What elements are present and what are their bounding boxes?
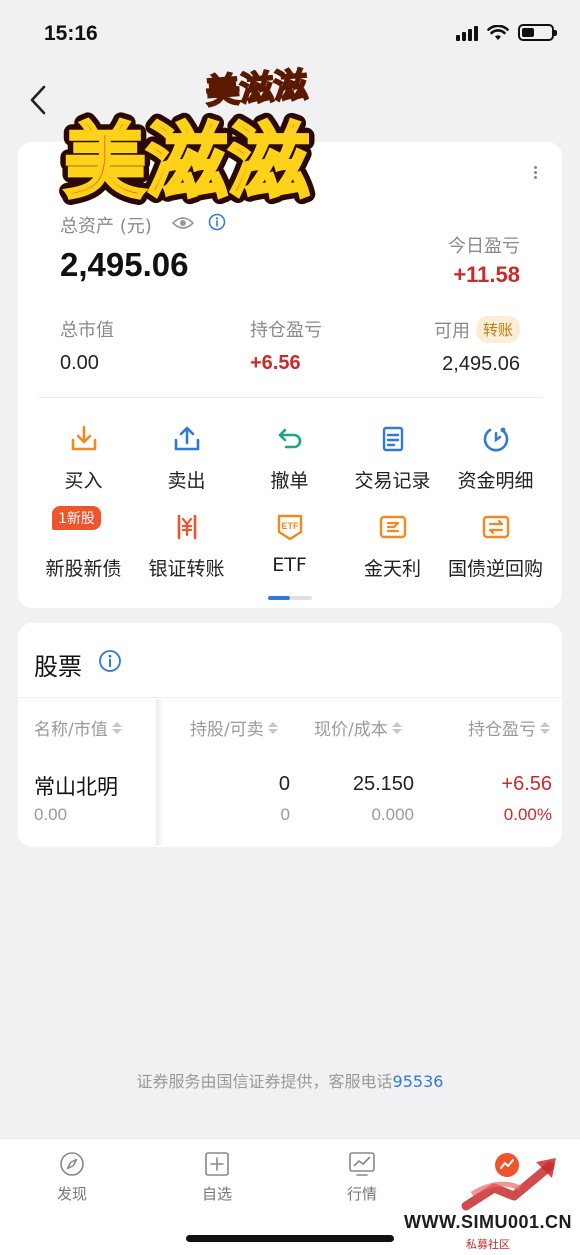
trade-records-button[interactable]: 交易记录 (341, 422, 444, 493)
simu-watermark: WWW.SIMU001.CN 私募社区 (402, 1148, 580, 1255)
add-favorite-icon (205, 1152, 229, 1176)
column-name-market-value[interactable]: 名称/市值 (34, 715, 122, 740)
stock-cost: 0.000 (371, 805, 414, 824)
fund-details-label: 资金明细 (457, 470, 534, 492)
fund-detail-icon (479, 422, 513, 456)
stock-market-value: 0.00 (34, 805, 68, 824)
tab-watchlist-label: 自选 (201, 1185, 232, 1203)
bank-securities-transfer-button[interactable]: 银证转账 (135, 510, 238, 581)
meizizi-sticker: 美滋滋 美滋滋 美滋滋 (56, 62, 376, 217)
tab-market[interactable]: 行情 (312, 1151, 412, 1204)
transfer-button[interactable]: 转账 (475, 316, 520, 343)
today-pnl-label: 今日盈亏 (448, 236, 520, 257)
service-phone-link[interactable]: 95536 (393, 1072, 444, 1091)
market-value: 0.00 (60, 352, 99, 374)
status-time: 15:16 (44, 22, 98, 45)
stock-price: 25.150 (352, 773, 414, 795)
page-indicator (268, 596, 312, 600)
position-pnl-stat: 持仓盈亏 +6.56 (250, 316, 322, 375)
watermark-logo-icon (461, 1158, 556, 1211)
column-price-cost[interactable]: 现价/成本 (314, 715, 402, 740)
battery-icon (518, 24, 557, 41)
sort-icon (267, 721, 278, 734)
jintianli-label: 金天利 (363, 558, 421, 580)
trade-actions-row: 买入 卖出 撤单 交易记录 资金明细 (32, 422, 548, 493)
sort-icon (540, 721, 550, 734)
bank-securities-transfer-label: 银证转账 (148, 558, 225, 580)
etf-button[interactable]: ETF ETF (238, 510, 341, 581)
undo-icon (273, 422, 307, 456)
ipo-label: 新股新债 (45, 558, 122, 580)
ipo-button[interactable]: 1新股 新股新债 (32, 506, 135, 581)
column-position-pnl[interactable]: 持仓盈亏 (468, 715, 550, 740)
repo-icon (479, 510, 513, 544)
wifi-icon (487, 24, 509, 40)
stock-pnl-percent: 0.00% (503, 805, 552, 824)
today-pnl-value: +11.58 (453, 262, 520, 287)
available-value: 2,495.06 (442, 353, 520, 375)
watermark-sub: 私募社区 (466, 1238, 510, 1251)
available-stat: 可用 转账 2,495.06 (434, 316, 520, 376)
record-icon (376, 422, 410, 456)
tab-market-label: 行情 (346, 1185, 377, 1203)
service-note-text: 证券服务由国信证券提供，客服电话 (136, 1072, 393, 1091)
new-ipo-badge: 1新股 (52, 506, 101, 530)
more-options-icon[interactable] (530, 164, 540, 184)
market-value-stat: 总市值 0.00 (60, 316, 114, 375)
buy-icon (67, 422, 101, 456)
sell-label: 卖出 (167, 470, 206, 492)
service-provider-note: 证券服务由国信证券提供，客服电话95536 (0, 1068, 580, 1092)
etf-label: ETF (272, 554, 307, 576)
market-value-label: 总市值 (60, 320, 114, 341)
cellular-signal-icon (456, 25, 478, 41)
sell-button[interactable]: 卖出 (135, 422, 238, 493)
sort-icon (111, 721, 122, 734)
stock-sellable: 0 (280, 805, 290, 824)
sort-icon (391, 721, 402, 734)
treasury-repo-button[interactable]: 国债逆回购 (444, 510, 547, 581)
tab-discover-label: 发现 (56, 1185, 87, 1203)
watermark-text: WWW.SIMU001.CN (404, 1212, 573, 1232)
trade-records-label: 交易记录 (354, 470, 431, 492)
info-icon[interactable] (98, 649, 122, 673)
sell-icon (170, 422, 204, 456)
sticker-big-text: 美滋滋 (64, 115, 310, 210)
stock-pnl: +6.56 (501, 773, 552, 795)
eye-icon[interactable] (172, 216, 194, 230)
cancel-order-button[interactable]: 撤单 (238, 422, 341, 493)
tab-discover[interactable]: 发现 (22, 1151, 122, 1204)
position-pnl-value: +6.56 (250, 352, 301, 374)
stock-name: 常山北明 (34, 775, 118, 799)
buy-label: 买入 (64, 470, 103, 492)
fund-details-button[interactable]: 资金明细 (444, 422, 547, 493)
stock-holding: 0 (278, 773, 290, 795)
service-actions-row: 1新股 新股新债 银证转账 ETF ETF 金天利 国债逆回购 (32, 506, 548, 581)
back-arrow-icon[interactable] (24, 82, 54, 118)
status-bar: 15:16 (0, 0, 580, 70)
etf-icon: ETF (273, 510, 307, 544)
stock-holdings-card: 股票 名称/市值 持股/可卖 现价/成本 持仓盈亏 常山北明 0.00 0 0 … (18, 623, 562, 847)
sticker-small-text: 美滋滋 (205, 65, 310, 112)
jintianli-button[interactable]: 金天利 (341, 510, 444, 581)
divider (38, 397, 542, 398)
jintianli-icon (376, 510, 410, 544)
cancel-order-label: 撤单 (270, 470, 309, 492)
total-assets-label: 总资产 (元) (60, 216, 152, 237)
info-icon[interactable] (208, 213, 226, 231)
buy-button[interactable]: 买入 (32, 422, 135, 493)
svg-text:ETF: ETF (281, 521, 299, 531)
stock-section-title: 股票 (34, 653, 82, 681)
table-row[interactable]: 常山北明 0.00 0 0 25.150 0.000 +6.56 0.00% (18, 759, 562, 839)
status-icons (456, 24, 557, 41)
treasury-repo-label: 国债逆回购 (447, 558, 543, 580)
column-holding-sellable[interactable]: 持股/可卖 (190, 715, 278, 740)
available-label: 可用 (433, 320, 470, 342)
position-pnl-label: 持仓盈亏 (250, 320, 322, 341)
home-indicator (186, 1235, 394, 1242)
compass-icon (60, 1152, 84, 1176)
bank-transfer-icon (170, 510, 204, 544)
total-assets-value: 2,495.06 (60, 246, 189, 283)
market-chart-icon (349, 1152, 375, 1176)
tab-watchlist[interactable]: 自选 (167, 1151, 267, 1204)
